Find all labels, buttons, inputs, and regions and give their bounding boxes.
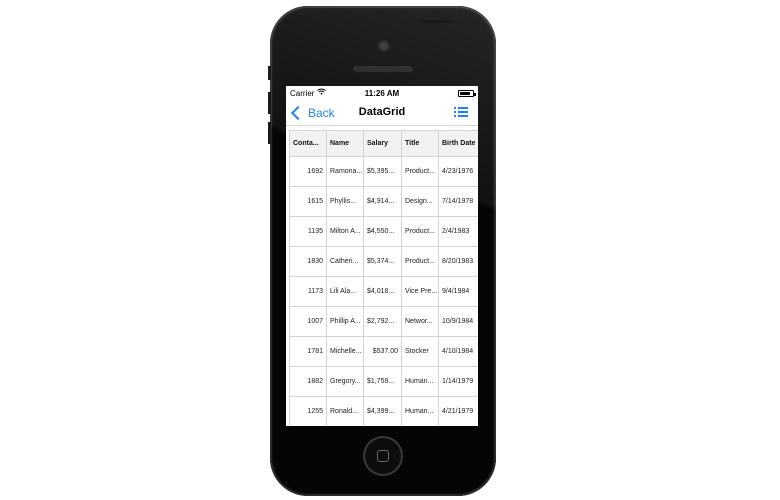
grid-cell[interactable]: 1007 [289,306,327,337]
power-button[interactable] [420,20,454,23]
grid-cell[interactable]: 1135 [289,216,327,247]
navigation-bar: Back DataGrid [286,100,478,126]
battery-icon [458,90,476,97]
grid-cell[interactable]: $5,374... [363,246,402,277]
grid-cell[interactable]: Design... [401,186,439,217]
table-row[interactable]: 1007 Phillip A... $2,792... Networ... 10/9/1… [289,306,478,337]
grid-cell[interactable]: Ramona... [326,156,364,187]
grid-body: 1692 Ramona... $5,395... Product... 4/23/197… [289,156,478,426]
grid-cell[interactable]: 4/21/1979 [438,396,478,426]
grid-cell[interactable]: Ronald... [326,396,364,426]
grid-cell[interactable]: Vice Pre... [401,276,439,307]
table-row[interactable]: 1173 Lili Ala... $4,018... Vice Pre... 9/4/1… [289,276,478,307]
grid-cell[interactable]: 1255 [289,396,327,426]
grid-cell[interactable]: Catheri... [326,246,364,277]
grid-cell[interactable]: 7/14/1978 [438,186,478,217]
table-row[interactable]: 1830 Catheri... $5,374... Product... 8/20/19… [289,246,478,277]
column-header[interactable]: Name [326,130,364,157]
grid-cell[interactable]: Phillip A... [326,306,364,337]
column-header[interactable]: Birth Date [438,130,478,157]
grid-cell[interactable]: 2/4/1983 [438,216,478,247]
table-row[interactable]: 1615 Phyllis... $4,914... Design... 7/14/197… [289,186,478,217]
grid-cell[interactable]: 10/9/1984 [438,306,478,337]
table-row[interactable]: 1882 Gregory... $1,759... Human... 1/14/1979 [289,366,478,397]
grid-cell[interactable]: 4/23/1976 [438,156,478,187]
grid-cell[interactable]: Product... [401,216,439,247]
home-button[interactable] [363,436,403,476]
grid-cell[interactable]: Product... [401,156,439,187]
grid-cell[interactable]: Lili Ala... [326,276,364,307]
volume-down-button[interactable] [268,122,271,144]
list-menu-icon[interactable] [454,105,468,119]
grid-cell[interactable]: Milton A... [326,216,364,247]
status-time: 11:26 AM [364,89,400,98]
grid-cell[interactable]: $4,018... [363,276,402,307]
table-row[interactable]: 1255 Ronald... $4,399... Human... 4/21/1979 [289,396,478,426]
column-header[interactable]: Conta... [289,130,327,157]
grid-cell[interactable]: 1882 [289,366,327,397]
grid-cell[interactable]: 1692 [289,156,327,187]
grid-cell[interactable]: 8/20/1983 [438,246,478,277]
silent-switch[interactable] [268,66,271,80]
grid-cell[interactable]: 1781 [289,336,327,367]
page-title: DataGrid [358,106,406,118]
grid-cell[interactable]: Product... [401,246,439,277]
grid-cell[interactable]: Gregory... [326,366,364,397]
grid-cell[interactable]: $4,550... [363,216,402,247]
table-row[interactable]: 1692 Ramona... $5,395... Product... 4/23/197… [289,156,478,187]
data-grid: Conta... Name Salary Title Birth Date 1692 Ra… [289,130,478,426]
grid-cell[interactable]: Networ... [401,306,439,337]
grid-cell[interactable]: 1173 [289,276,327,307]
grid-cell[interactable]: 1/14/1979 [438,366,478,397]
front-camera [378,40,390,52]
grid-cell[interactable]: 1615 [289,186,327,217]
grid-header-row: Conta... Name Salary Title Birth Date [289,130,478,157]
grid-cell[interactable]: Stocker [401,336,439,367]
grid-cell[interactable]: 9/4/1984 [438,276,478,307]
earpiece-speaker [353,66,413,72]
column-header[interactable]: Salary [363,130,402,157]
grid-cell[interactable]: 4/10/1984 [438,336,478,367]
battery-level-fill [460,92,471,95]
volume-up-button[interactable] [268,92,271,114]
grid-cell[interactable]: $1,759... [363,366,402,397]
grid-cell[interactable]: $2,792... [363,306,402,337]
table-row[interactable]: 1781 Michelle... $537.00 Stocker 4/10/1984 [289,336,478,367]
grid-cell[interactable]: $5,395... [363,156,402,187]
grid-cell[interactable]: $4,914... [363,186,402,217]
app-screen: Carrier 11:26 AM Back DataGrid Conta... N… [286,86,478,426]
grid-cell[interactable]: Michelle... [326,336,364,367]
grid-cell[interactable]: 1830 [289,246,327,277]
grid-cell[interactable]: $537.00 [363,336,402,367]
grid-cell[interactable]: Human... [401,396,439,426]
status-bar: Carrier 11:26 AM [286,86,478,100]
grid-cell[interactable]: Phyllis... [326,186,364,217]
grid-cell[interactable]: $4,399... [363,396,402,426]
home-square-icon [377,450,389,462]
table-row[interactable]: 1135 Milton A... $4,550... Product... 2/4/19… [289,216,478,247]
grid-cell[interactable]: Human... [401,366,439,397]
column-header[interactable]: Title [401,130,439,157]
